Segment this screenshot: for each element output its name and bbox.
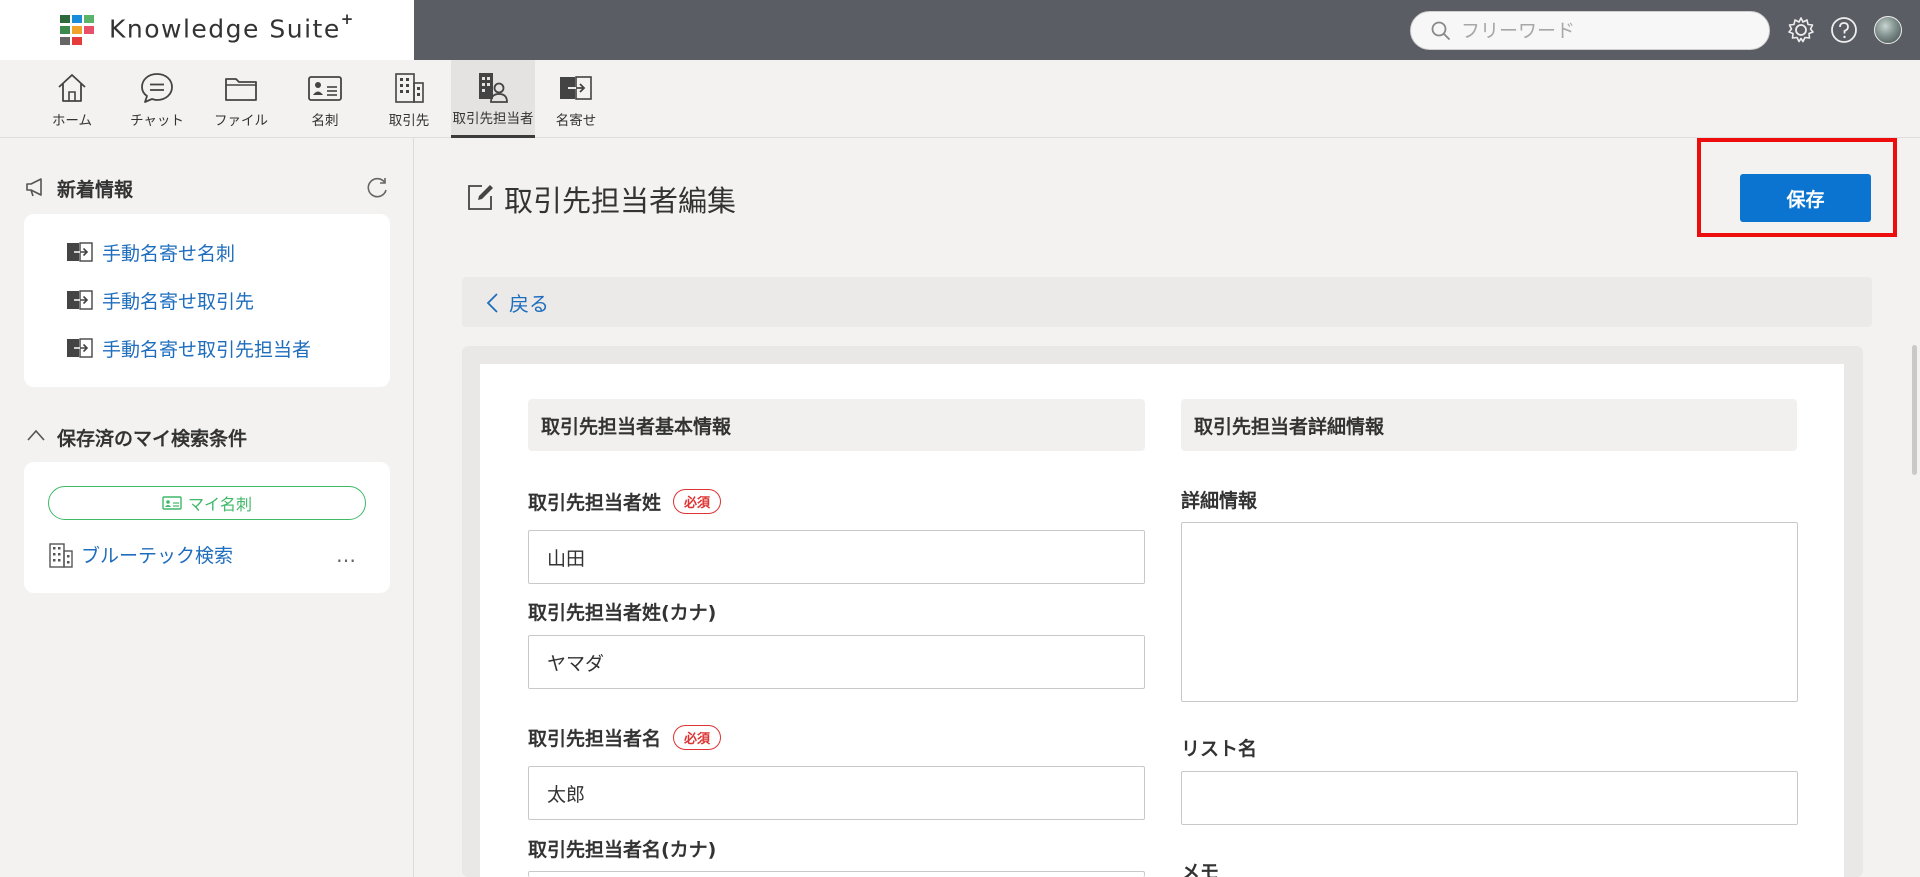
back-label: 戻る [509,292,549,316]
nav-label: ホーム [51,113,93,129]
basic-info-section-header: 取引先担当者基本情報 [528,399,1145,451]
back-bar [462,277,1872,327]
nav-account[interactable]: 取引先 [380,60,438,138]
search-box[interactable] [1410,11,1770,50]
chevron-left-icon [486,292,498,313]
last-name-field[interactable] [528,530,1145,584]
first-name-kana-label: 取引先担当者名(カナ) [528,839,717,861]
search-input[interactable] [1461,16,1751,45]
news-title: 新着情報 [57,179,134,201]
nav-label: 取引先 [388,113,430,129]
list-name-field[interactable] [1181,771,1798,825]
required-badge: 必須 [673,725,722,750]
last-name-kana-label: 取引先担当者姓(カナ) [528,602,717,624]
news-link-manual-contact[interactable]: 手動名寄せ取引先担当者 [102,335,311,362]
saved-search-card [24,462,390,593]
business-card-icon [162,496,182,510]
label-text: 取引先担当者名 [528,728,662,750]
megaphone-icon [25,176,49,202]
label-text: 取引先担当者姓 [528,492,662,514]
contact-person-icon [479,73,508,103]
nav-home[interactable]: ホーム [44,60,100,138]
back-link[interactable]: 戻る [485,288,549,317]
detail-info-textarea[interactable] [1181,522,1798,702]
my-card-filter-button[interactable]: マイ名刺 [48,486,366,520]
last-name-label: 取引先担当者姓 必須 [528,488,722,515]
edit-icon [465,182,495,216]
nav-label: 名刺 [311,113,339,129]
detail-info-label: 詳細情報 [1181,490,1258,512]
building-icon [395,73,424,103]
chat-icon [141,73,173,103]
app-navigation: ホーム チャット ファイル 名刺 取引先 取引先担当者 名寄せ [0,60,1920,138]
memo-label: メモ [1181,861,1220,877]
nav-label: 名寄せ [555,113,597,129]
first-name-field[interactable] [528,766,1145,820]
help-icon[interactable] [1830,16,1858,44]
search-icon [1431,21,1451,41]
first-name-label: 取引先担当者名 必須 [528,724,722,751]
nav-file[interactable]: ファイル [210,60,272,138]
nav-chat[interactable]: チャット [124,60,190,138]
more-options-icon[interactable]: … [336,543,357,567]
app-name: Knowledge Suite+ [109,10,355,44]
home-icon [58,74,86,102]
brand[interactable]: Knowledge Suite+ [0,0,414,60]
saved-search-title: 保存済のマイ検索条件 [57,428,248,450]
business-card-icon [308,76,342,101]
news-link-manual-card[interactable]: 手動名寄せ名刺 [102,239,235,266]
save-button-highlight [1697,138,1897,237]
pill-label: マイ名刺 [187,495,252,514]
nav-contact[interactable]: 取引先担当者 [451,60,535,138]
merge-icon [66,289,94,315]
merge-icon [66,337,94,363]
page-title: 取引先担当者編集 [504,184,737,218]
first-name-kana-field[interactable] [528,871,1145,877]
building-icon [48,541,76,573]
nav-merge[interactable]: 名寄せ [552,60,600,138]
nav-label: ファイル [214,113,268,129]
nav-label: 取引先担当者 [452,111,534,127]
refresh-icon[interactable] [364,175,390,205]
last-name-kana-field[interactable] [528,635,1145,689]
scrollbar-thumb[interactable] [1912,345,1917,475]
nav-label: チャット [130,113,184,129]
gear-icon[interactable] [1787,16,1815,44]
user-avatar[interactable] [1874,16,1902,44]
nav-business-card[interactable]: 名刺 [300,60,350,138]
app-logo-icon [60,15,94,45]
merge-icon [560,76,592,100]
merge-icon [66,241,94,267]
news-link-manual-account[interactable]: 手動名寄せ取引先 [102,287,254,314]
detail-info-section-header: 取引先担当者詳細情報 [1181,399,1797,451]
saved-search-item[interactable]: ブルーテック検索 [81,541,233,568]
chevron-up-icon[interactable] [26,427,46,446]
required-badge: 必須 [673,489,722,514]
list-name-label: リスト名 [1181,738,1258,760]
folder-icon [225,78,257,101]
